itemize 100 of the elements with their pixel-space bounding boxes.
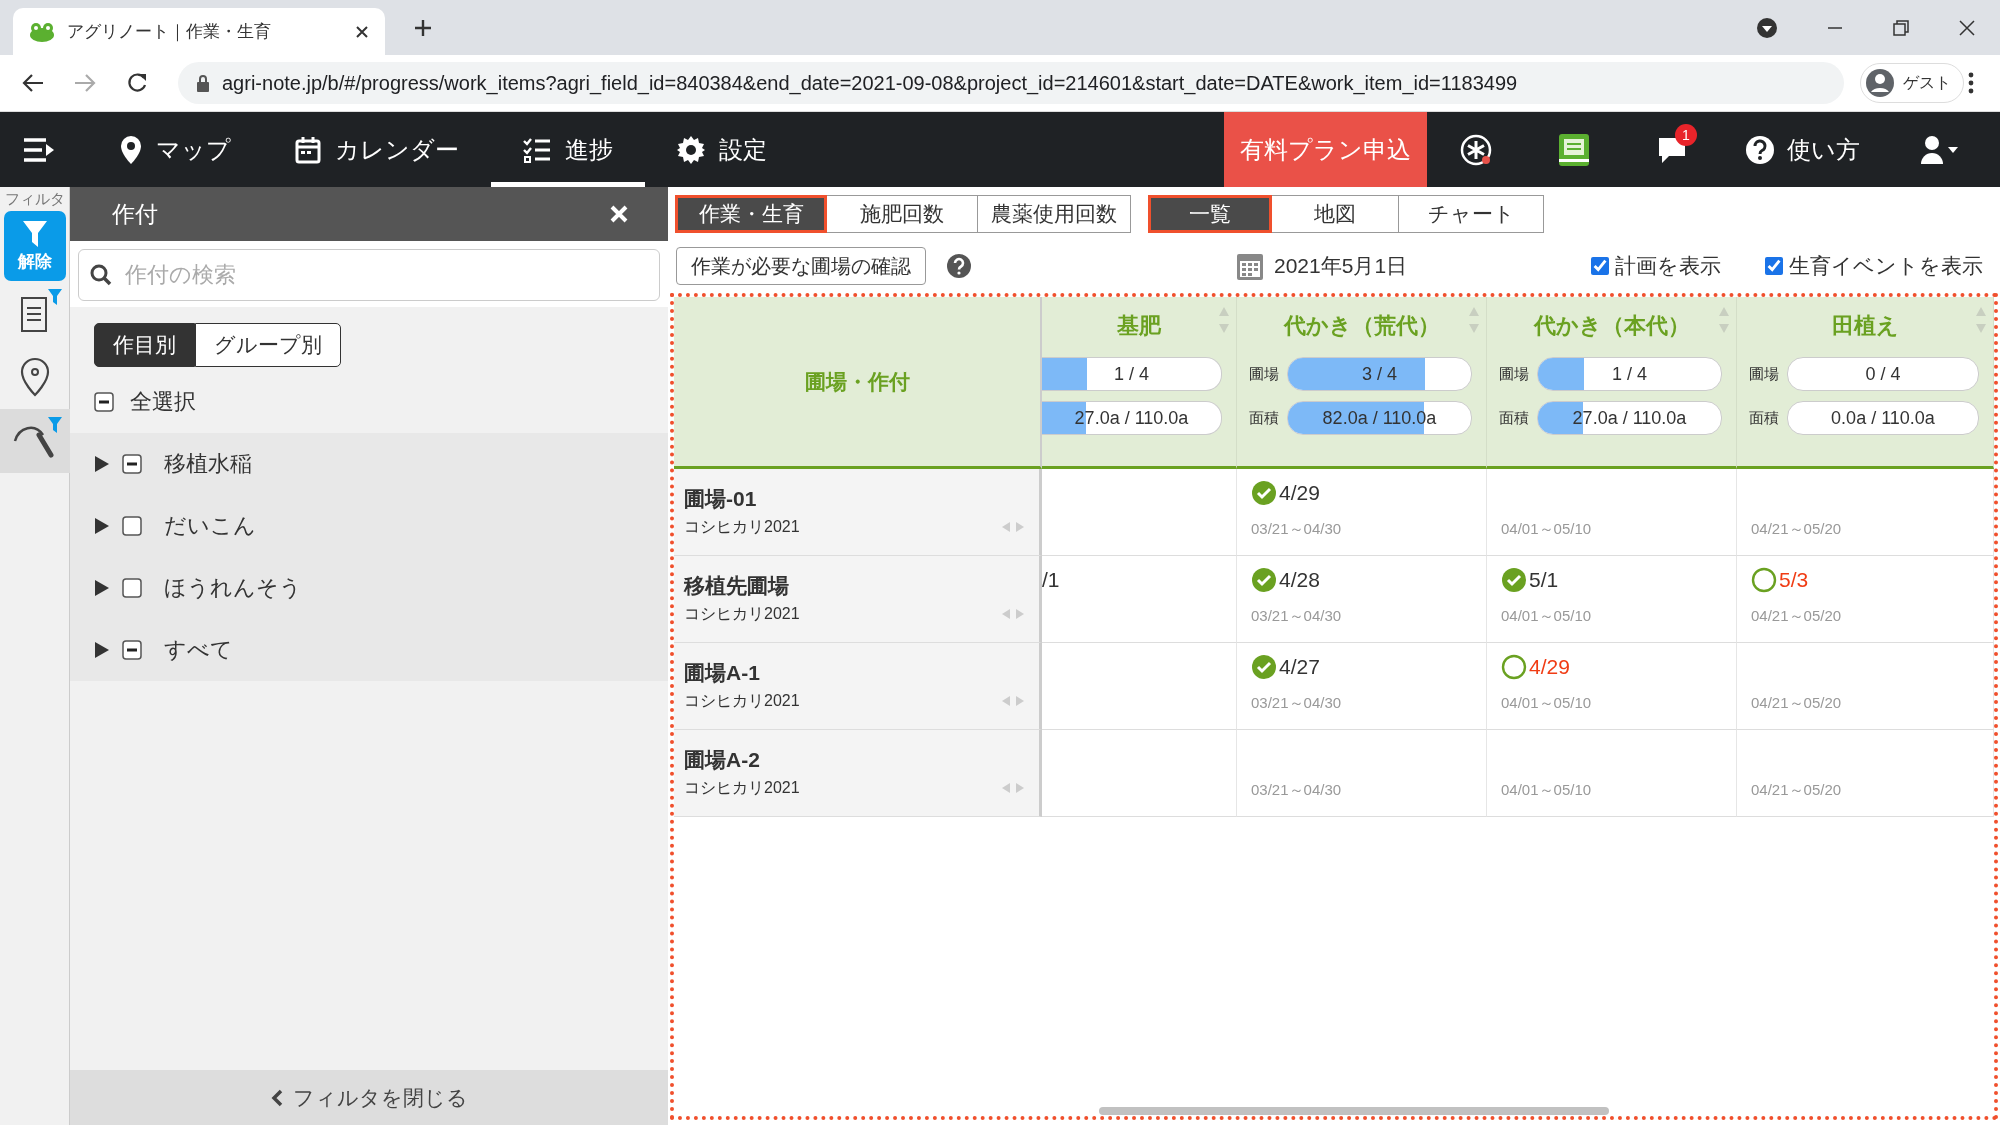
asterisk-circle-icon[interactable] — [1460, 133, 1492, 166]
field-name: 圃場-01 — [684, 486, 757, 512]
work-date[interactable]: 4/29 — [1529, 655, 1570, 679]
tab-title: アグリノート｜作業・生育 — [67, 21, 272, 43]
meter-label: 面積 — [1748, 408, 1779, 428]
panel-title: 作付 — [112, 199, 159, 229]
back-icon[interactable] — [22, 73, 44, 93]
view-tab[interactable]: チャート — [1398, 195, 1544, 233]
select-all-label: 全選択 — [130, 388, 196, 416]
checklist-icon — [523, 136, 551, 163]
work-date[interactable]: 5/1 — [1529, 568, 1559, 592]
search-field[interactable]: 作付の検索 — [78, 249, 660, 301]
checkbox[interactable] — [122, 516, 142, 536]
progress-bar: 0 / 4 — [1787, 357, 1979, 391]
meter-label: 圃場 — [1748, 364, 1779, 384]
column-header: 圃場・作付 — [674, 297, 1042, 469]
plan-period: 03/21～04/30 — [1251, 781, 1343, 800]
close-icon[interactable] — [1958, 18, 1976, 37]
plan-button[interactable]: 有料プラン申込 — [1224, 112, 1427, 187]
map-pin-icon — [19, 357, 50, 397]
nav-item[interactable]: カレンダー — [263, 112, 491, 187]
scrollbar[interactable] — [1099, 1107, 1609, 1115]
restore-icon[interactable] — [1892, 18, 1910, 37]
view-tab[interactable]: 農薬使用回数 — [977, 195, 1131, 233]
chevron-left-icon — [270, 1088, 283, 1107]
plan-period: 04/01～05/10 — [1501, 607, 1593, 626]
field-name: 圃場A-2 — [684, 747, 760, 773]
tree-item-label[interactable]: 移植水稲 — [164, 449, 252, 479]
option-label: 生育イベントを表示 — [1789, 253, 1984, 279]
notification-badge: 1 — [1675, 124, 1697, 146]
progress-bar: 1 / 4 — [1042, 357, 1222, 391]
book-icon[interactable] — [1558, 132, 1590, 167]
browser-tab[interactable]: アグリノート｜作業・生育 — [13, 8, 385, 55]
plan-period: 04/21～05/20 — [1751, 607, 1843, 626]
checkbox[interactable] — [122, 640, 142, 660]
plan-period: 04/01～05/10 — [1501, 694, 1593, 713]
option-label: 計画を表示 — [1615, 253, 1722, 279]
nav-item[interactable]: 設定 — [645, 112, 799, 187]
plan-period: 04/21～05/20 — [1751, 694, 1843, 713]
work-date[interactable]: /1 — [1042, 568, 1060, 592]
view-tab[interactable]: 一覧 — [1148, 195, 1272, 233]
view-tab[interactable]: 施肥回数 — [826, 195, 978, 233]
plan-period: 04/01～05/10 — [1501, 520, 1593, 539]
address-bar[interactable]: agri-note.jp/b/#/progress/work_items?agri_field_id=840384&end_date=2021-09-08&project_id=214601&start_date=DATE&work_item_id=1183499 — [178, 62, 1844, 104]
plan-period: 03/21～04/30 — [1251, 607, 1343, 626]
new-tab-icon[interactable] — [413, 17, 433, 38]
tree-item-label[interactable]: だいこん — [164, 511, 256, 541]
close-filter-button[interactable]: フィルタを閉じる — [70, 1070, 668, 1125]
crop-name: コシヒカリ2021 — [684, 691, 800, 711]
reload-icon[interactable] — [126, 72, 148, 94]
user-icon[interactable] — [1920, 134, 1960, 165]
view-tab[interactable]: 地図 — [1271, 195, 1399, 233]
filter-tool[interactable] — [0, 409, 70, 473]
tree-item-label[interactable]: ほうれんそう — [164, 573, 302, 603]
checkbox[interactable] — [1591, 257, 1610, 275]
checkbox[interactable] — [1765, 257, 1784, 275]
plan-period: 03/21～04/30 — [1251, 694, 1343, 713]
expand-arrow-icon[interactable] — [94, 641, 110, 659]
menu-icon[interactable] — [22, 136, 56, 163]
view-tab[interactable]: 作業・生育 — [675, 195, 827, 233]
work-date[interactable]: 5/3 — [1779, 568, 1809, 592]
column-title: 田植え — [1830, 312, 1900, 337]
plan-period: 04/21～05/20 — [1751, 781, 1843, 800]
meter-label: 面積 — [1248, 408, 1279, 428]
calendar-icon — [295, 135, 321, 164]
work-date[interactable]: 4/28 — [1279, 568, 1320, 592]
crop-name: コシヒカリ2021 — [684, 517, 800, 537]
close-icon[interactable] — [355, 24, 369, 39]
date-label[interactable]: 2021年5月1日 — [1274, 252, 1408, 280]
field-name: 圃場A-1 — [684, 660, 760, 686]
segment-button[interactable]: 作目別 — [94, 323, 195, 367]
dropdown-icon[interactable] — [1756, 16, 1778, 39]
lock-icon — [196, 74, 210, 92]
column-title: 基肥 — [1116, 312, 1162, 337]
meter-label: 圃場 — [1498, 364, 1529, 384]
expand-arrow-icon[interactable] — [94, 517, 110, 535]
check-fields-button[interactable]: 作業が必要な圃場の確認 — [676, 247, 926, 285]
nav-item[interactable]: マップ — [88, 112, 263, 187]
expand-arrow-icon[interactable] — [94, 455, 110, 473]
progress-bar: 0.0a / 110.0a — [1787, 401, 1979, 435]
progress-bar: 1 / 4 — [1537, 357, 1722, 391]
checkbox[interactable] — [94, 392, 114, 412]
work-date[interactable]: 4/27 — [1279, 655, 1320, 679]
help-icon — [1745, 134, 1775, 165]
expand-arrow-icon[interactable] — [94, 579, 110, 597]
plan-period: 04/01～05/10 — [1501, 781, 1593, 800]
tree-item-label[interactable]: すべて — [164, 635, 233, 665]
map-pin-icon — [120, 134, 142, 165]
plan-period: 03/21～04/30 — [1251, 520, 1343, 539]
field-name: 移植先圃場 — [684, 573, 789, 599]
column-title: 代かき（荒代） — [1282, 312, 1441, 337]
column-title: 代かき（本代） — [1532, 312, 1691, 337]
help-icon[interactable] — [946, 253, 972, 279]
help-link[interactable]: 使い方 — [1721, 112, 1890, 187]
work-date[interactable]: 4/29 — [1279, 481, 1320, 505]
segment-button[interactable]: グループ別 — [195, 323, 341, 367]
more-icon[interactable] — [1968, 72, 1974, 94]
checkbox[interactable] — [122, 578, 142, 598]
checkbox[interactable] — [122, 454, 142, 474]
calendar-icon[interactable] — [1236, 251, 1264, 281]
